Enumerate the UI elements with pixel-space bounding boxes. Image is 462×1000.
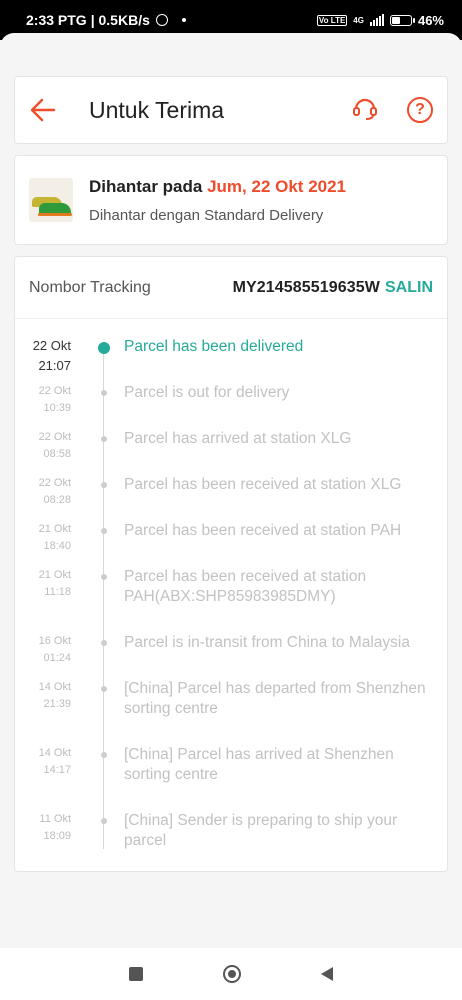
event-time: 11:18 — [44, 586, 71, 598]
notification-dot-icon — [181, 18, 186, 22]
circle-icon[interactable] — [223, 965, 241, 983]
timeline-dot-active-icon — [98, 342, 110, 354]
event-description: [China] Parcel has arrived at Shenzhen s… — [124, 746, 394, 783]
event-description: Parcel has arrived at station XLG — [124, 430, 352, 447]
question-icon[interactable]: ? — [407, 97, 433, 123]
event-datetime: 21 Okt 18:40 — [15, 521, 71, 555]
event-date: 21 Okt — [38, 523, 71, 535]
event-time: 08:58 — [43, 448, 71, 460]
event-description: Parcel is in-transit from China to Malay… — [124, 634, 410, 651]
event-description: Parcel is out for delivery — [124, 384, 290, 401]
headset-icon[interactable] — [351, 94, 379, 127]
delivered-label: Dihantar pada — [89, 176, 203, 196]
page-header: Untuk Terima ? — [14, 76, 448, 144]
event-datetime: 16 Okt 01:24 — [15, 633, 71, 667]
triangle-back-icon[interactable] — [321, 967, 333, 981]
battery-percent: 46% — [417, 12, 444, 28]
system-nav-bar — [0, 948, 462, 1000]
event-time: 08:28 — [43, 494, 71, 506]
event-datetime: 22 Okt 10:39 — [15, 383, 71, 417]
event-datetime: 14 Okt 21:39 — [15, 679, 71, 713]
copy-button[interactable]: SALIN — [385, 279, 433, 297]
timeline-dot-icon — [101, 818, 107, 824]
battery-icon — [389, 14, 415, 26]
event-date: 14 Okt — [38, 747, 71, 759]
page-title: Untuk Terima — [89, 96, 225, 123]
square-icon[interactable] — [129, 967, 143, 981]
event-date: 22 Okt — [32, 338, 71, 353]
event-time: 21:07 — [38, 358, 71, 373]
timeline-dot-icon — [101, 528, 107, 534]
tracking-number: MY214585519635W — [232, 278, 380, 296]
event-description: [China] Sender is preparing to ship your… — [124, 812, 398, 849]
event-date: 22 Okt — [38, 385, 71, 397]
event-time: 21:39 — [43, 698, 71, 710]
tracking-number-row: Nombor Tracking MY214585519635W SALIN — [15, 257, 447, 319]
event-date: 14 Okt — [38, 681, 71, 693]
event-description: [China] Parcel has departed from Shenzhe… — [124, 680, 426, 717]
event-datetime: 21 Okt 11:18 — [15, 567, 71, 601]
timeline-dot-icon — [101, 686, 107, 692]
product-thumbnail — [29, 178, 73, 222]
event-datetime: 14 Okt 14:17 — [15, 745, 71, 779]
event-datetime: 22 Okt 08:28 — [15, 475, 71, 509]
event-time: 18:09 — [43, 830, 71, 842]
timeline-dot-icon — [101, 640, 107, 646]
tracking-card: Nombor Tracking MY214585519635W SALIN 22… — [14, 256, 448, 872]
arrow-left-icon[interactable] — [29, 96, 57, 124]
event-date: 16 Okt — [38, 635, 71, 647]
event-description: Parcel has been delivered — [124, 338, 304, 355]
timeline-dot-icon — [101, 436, 107, 442]
event-date: 22 Okt — [38, 431, 71, 443]
delivered-on: Dihantar pada Jum, 22 Okt 2021 — [89, 177, 346, 197]
event-description: Parcel has been received at station PAH — [124, 522, 402, 539]
delivery-card[interactable]: Dihantar pada Jum, 22 Okt 2021 Dihantar … — [14, 155, 448, 245]
event-time: 10:39 — [43, 402, 71, 414]
delivered-date: Jum, 22 Okt 2021 — [207, 176, 347, 196]
tracking-label: Nombor Tracking — [29, 278, 151, 296]
timeline-line — [103, 347, 104, 849]
timeline-dot-icon — [101, 390, 107, 396]
status-net-speed: | 0.5KB/s — [90, 12, 150, 28]
event-date: 22 Okt — [38, 477, 71, 489]
event-date: 21 Okt — [38, 569, 71, 581]
page-sheet: Untuk Terima ? Dihantar pada Jum, 22 Okt… — [0, 33, 462, 948]
event-datetime: 22 Okt 08:58 — [15, 429, 71, 463]
event-description: Parcel has been received at station PAH(… — [124, 568, 367, 605]
signal-icon — [369, 14, 384, 26]
event-time: 01:24 — [43, 652, 71, 664]
event-time: 14:17 — [43, 764, 71, 776]
alarm-icon — [155, 14, 168, 26]
volte-icon: Vo LTE — [316, 14, 348, 26]
event-datetime: 22 Okt 21:07 — [15, 336, 71, 376]
status-time: 2:33 PTG — [26, 12, 87, 28]
event-datetime: 11 Okt 18:09 — [15, 811, 71, 845]
timeline-dot-icon — [101, 752, 107, 758]
timeline-dot-icon — [101, 482, 107, 488]
network-type: 4G — [353, 15, 364, 25]
event-date: 11 Okt — [39, 813, 71, 825]
timeline-dot-icon — [101, 574, 107, 580]
event-time: 18:40 — [43, 540, 71, 552]
event-description: Parcel has been received at station XLG — [124, 476, 402, 493]
delivery-method: Dihantar dengan Standard Delivery — [89, 206, 324, 224]
